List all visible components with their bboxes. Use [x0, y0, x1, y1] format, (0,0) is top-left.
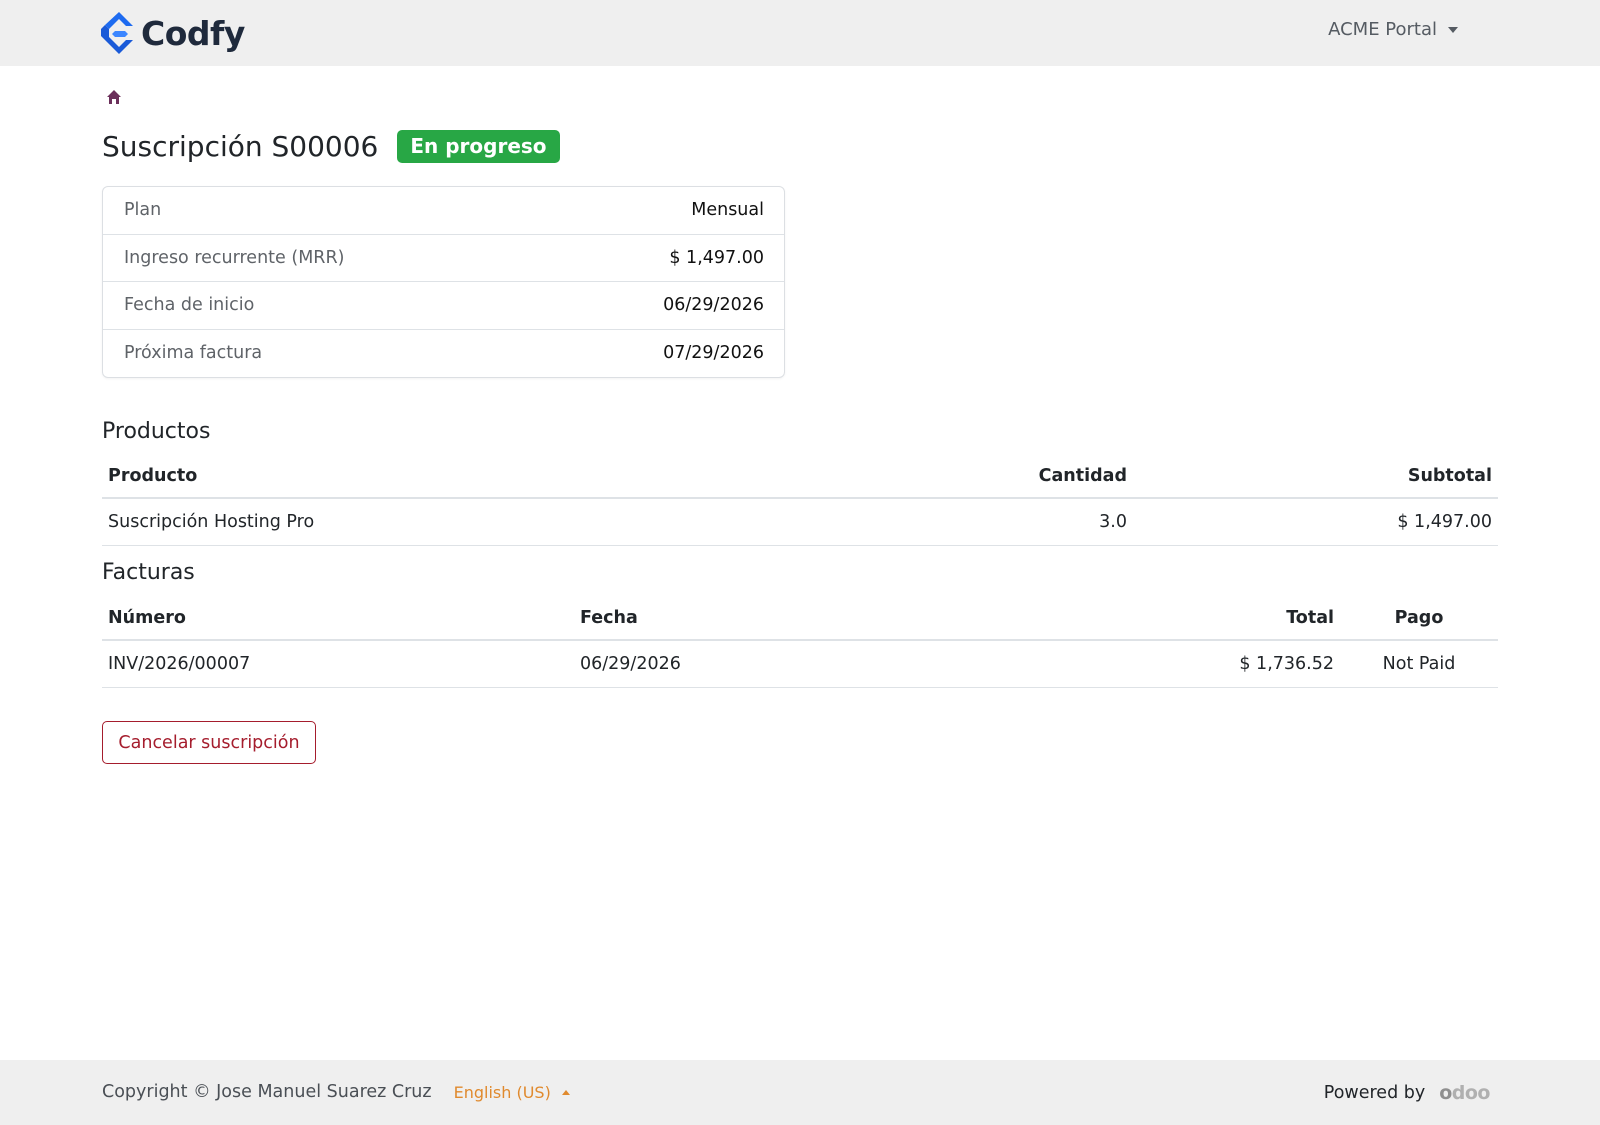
copyright-text: Copyright © Jose Manuel Suarez Cruz [102, 1082, 432, 1102]
product-quantity: 3.0 [833, 498, 1133, 546]
product-subtotal: $ 1,497.00 [1133, 498, 1498, 546]
info-label: Plan [124, 200, 162, 221]
info-label: Próxima factura [124, 343, 263, 364]
invoices-section-title: Facturas [102, 560, 195, 585]
info-value: $ 1,497.00 [669, 247, 764, 268]
info-row-plan: Plan Mensual [103, 187, 784, 235]
column-header-payment: Pago [1340, 596, 1498, 641]
powered-by-text: Powered by [1323, 1083, 1426, 1103]
subscription-info-card: Plan Mensual Ingreso recurrente (MRR) $ … [102, 186, 785, 378]
footer: Copyright © Jose Manuel Suarez Cruz Engl… [0, 1060, 1600, 1125]
home-icon[interactable] [106, 89, 122, 105]
info-value: 07/29/2026 [663, 343, 764, 364]
brand-name: Codfy [141, 13, 245, 53]
codfy-logo-icon [101, 12, 133, 54]
column-header-number: Número [102, 596, 574, 641]
products-table: Producto Cantidad Subtotal Suscripción H… [102, 454, 1498, 546]
table-header-row: Número Fecha Total Pago [102, 596, 1498, 641]
column-header-quantity: Cantidad [833, 454, 1133, 499]
info-row-mrr: Ingreso recurrente (MRR) $ 1,497.00 [103, 235, 784, 282]
info-value: Mensual [691, 200, 764, 221]
invoices-table: Número Fecha Total Pago INV/2026/00007 0… [102, 596, 1498, 688]
caret-up-icon [561, 1089, 570, 1095]
products-section-title: Productos [102, 419, 211, 444]
table-row[interactable]: INV/2026/00007 06/29/2026 $ 1,736.52 Not… [102, 640, 1498, 688]
column-header-date: Fecha [574, 596, 924, 641]
info-row-start-date: Fecha de inicio 06/29/2026 [103, 282, 784, 330]
info-value: 06/29/2026 [663, 295, 764, 316]
powered-by: Powered by odoo [1323, 1082, 1491, 1104]
cancel-subscription-button[interactable]: Cancelar suscripción [102, 721, 316, 764]
title-row: Suscripción S00006 En progreso [102, 130, 560, 163]
product-name: Suscripción Hosting Pro [102, 498, 833, 546]
odoo-logo-icon[interactable]: odoo [1439, 1082, 1490, 1104]
info-row-next-invoice: Próxima factura 07/29/2026 [103, 330, 784, 378]
column-header-subtotal: Subtotal [1133, 454, 1498, 499]
table-row: Suscripción Hosting Pro 3.0 $ 1,497.00 [102, 498, 1498, 546]
portal-dropdown[interactable]: ACME Portal [1328, 19, 1458, 40]
copyright-block: Copyright © Jose Manuel Suarez Cruz Engl… [102, 1082, 570, 1102]
portal-dropdown-label: ACME Portal [1328, 19, 1437, 40]
info-label: Fecha de inicio [124, 295, 255, 316]
column-header-product: Producto [102, 454, 833, 499]
info-label: Ingreso recurrente (MRR) [124, 247, 345, 268]
invoice-date: 06/29/2026 [574, 640, 924, 688]
status-badge: En progreso [397, 130, 560, 163]
caret-down-icon [1448, 27, 1458, 33]
invoice-payment-status: Not Paid [1340, 640, 1498, 688]
page-title: Suscripción S00006 [102, 130, 379, 163]
invoice-number[interactable]: INV/2026/00007 [102, 640, 574, 688]
language-label: English (US) [453, 1082, 551, 1102]
invoice-total: $ 1,736.52 [924, 640, 1340, 688]
column-header-total: Total [924, 596, 1340, 641]
table-header-row: Producto Cantidad Subtotal [102, 454, 1498, 499]
brand-logo[interactable]: Codfy [101, 12, 245, 54]
top-navbar: Codfy ACME Portal [0, 0, 1600, 66]
language-selector[interactable]: English (US) [454, 1083, 570, 1102]
